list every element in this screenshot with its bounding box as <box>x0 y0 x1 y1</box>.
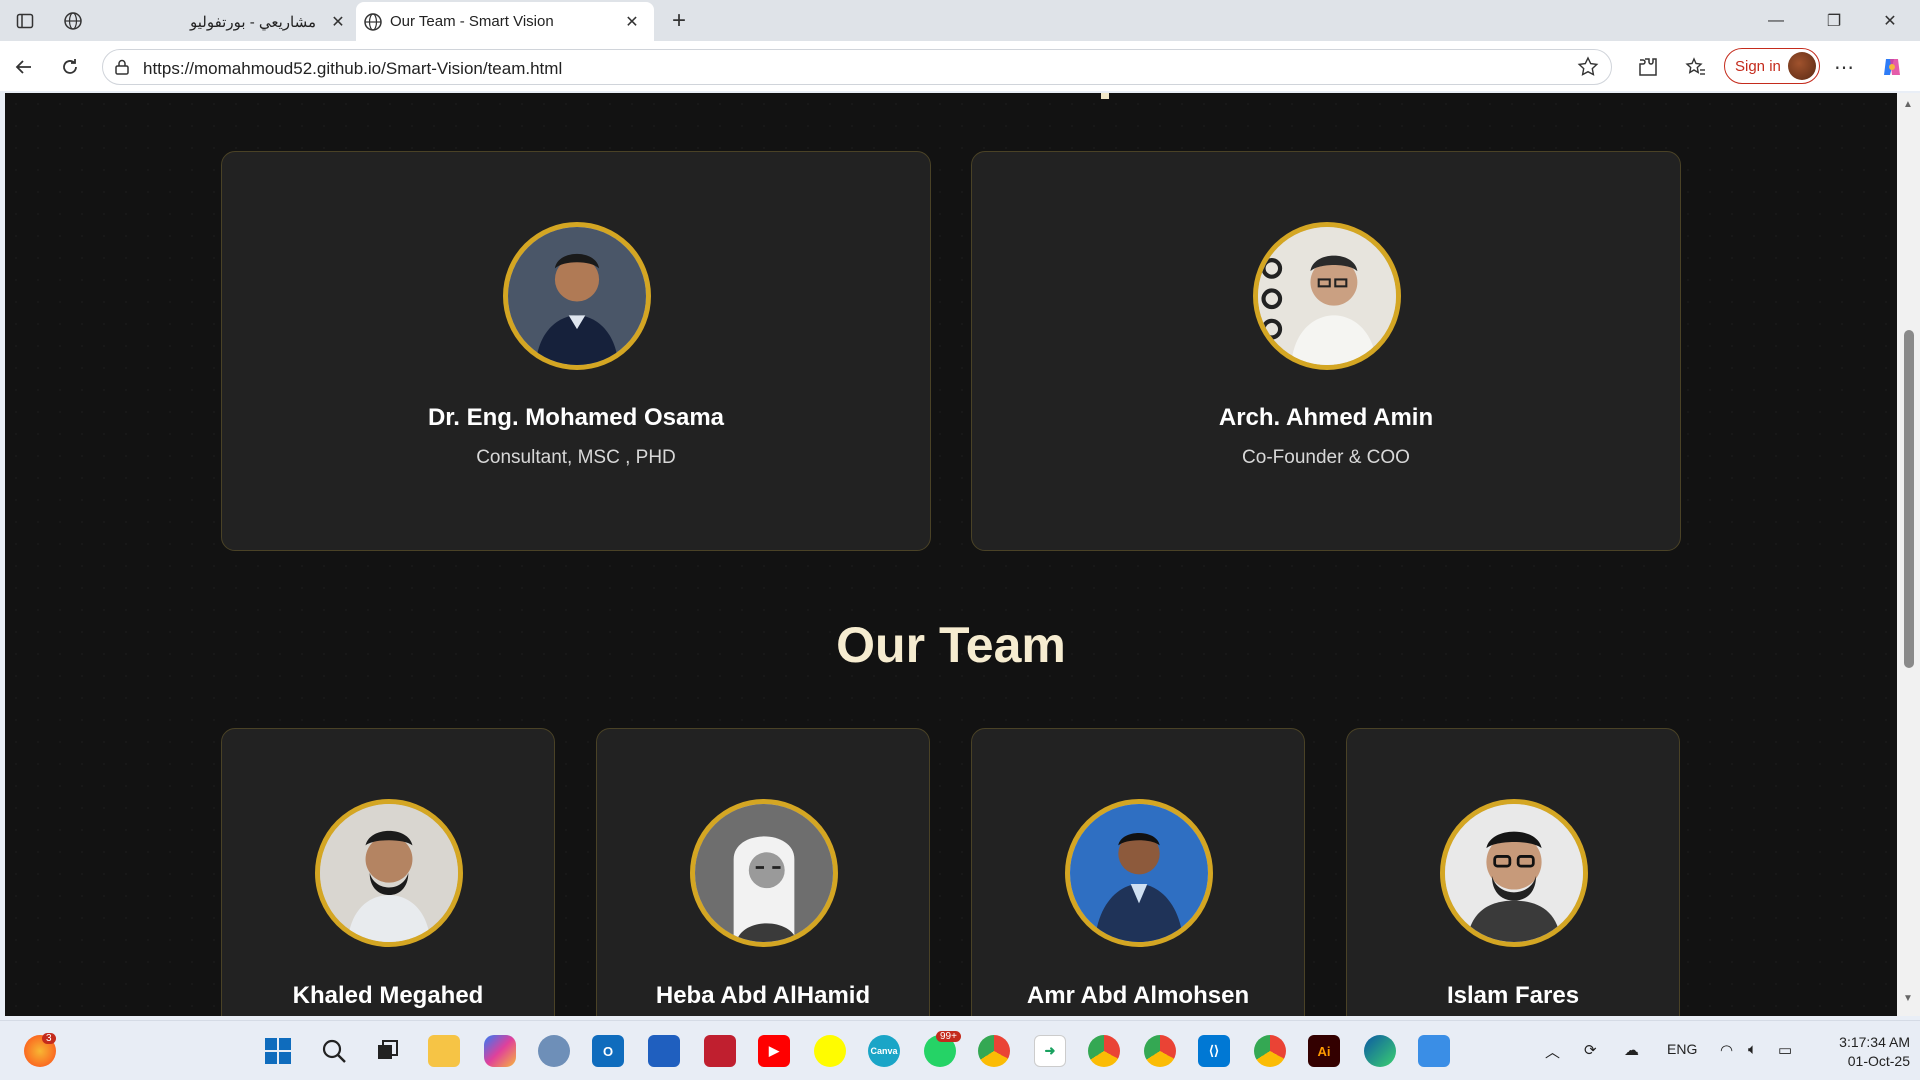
sync-icon[interactable]: ⟳ <box>1584 1041 1597 1059</box>
notification-badge: 3 <box>42 1033 56 1044</box>
start-icon[interactable] <box>262 1035 294 1067</box>
team-section-title: Our Team <box>836 617 1066 673</box>
vertical-scrollbar[interactable]: ▲ ▼ <box>1897 93 1920 1016</box>
new-tab-button[interactable]: + <box>664 6 694 36</box>
globe-icon <box>356 12 390 32</box>
leader-photo <box>1253 222 1401 370</box>
leader-card: Arch. Ahmed Amin Co-Founder & COO <box>971 151 1681 551</box>
team-member-card: Heba Abd AlHamid <box>596 728 930 1016</box>
sign-in-button[interactable]: Sign in <box>1724 48 1820 84</box>
leader-role: Co-Founder & COO <box>1242 447 1410 468</box>
more-options-icon[interactable]: ⋯ <box>1828 51 1860 83</box>
member-name: Islam Fares <box>1446 982 1580 1009</box>
member-photo <box>690 799 838 947</box>
chrome-icon[interactable] <box>978 1035 1010 1067</box>
clock-date: 01-Oct-25 <box>1847 1053 1910 1069</box>
back-button[interactable] <box>8 51 40 83</box>
favorites-icon[interactable] <box>1680 51 1712 83</box>
leader-name: Dr. Eng. Mohamed Osama <box>427 404 725 431</box>
leader-card: Dr. Eng. Mohamed Osama Consultant, MSC ,… <box>221 151 931 551</box>
navigation-bar: https://momahmoud52.github.io/Smart-Visi… <box>0 41 1920 91</box>
tab-our-team[interactable]: Our Team - Smart Vision ✕ <box>356 2 654 41</box>
sign-in-label: Sign in <box>1735 57 1781 75</box>
scroll-up-icon[interactable]: ▲ <box>1903 99 1913 110</box>
canva-icon[interactable]: Canva <box>868 1035 900 1067</box>
scroll-down-icon[interactable]: ▼ <box>1903 993 1913 1004</box>
photos-icon[interactable] <box>1418 1035 1450 1067</box>
tab-title: مشاريعي - بورتفوليو <box>190 13 316 31</box>
url-text[interactable]: https://momahmoud52.github.io/Smart-Visi… <box>143 59 562 79</box>
member-name: Khaled Megahed <box>292 982 484 1009</box>
illustrator-icon[interactable]: Ai <box>1308 1035 1340 1067</box>
vscode-icon[interactable]: ⟨⟩ <box>1198 1035 1230 1067</box>
sidebar-toggle-icon[interactable] <box>12 8 38 34</box>
chrome-profile-icon[interactable] <box>1088 1035 1120 1067</box>
heading-fragment <box>1101 93 1109 99</box>
team-member-card: Amr Abd Almohsen <box>971 728 1305 1016</box>
team-member-card: Khaled Megahed <box>221 728 555 1016</box>
close-window-button[interactable]: ✕ <box>1862 4 1918 38</box>
system-clock[interactable]: 3:17:34 AM 01-Oct-25 <box>1810 1033 1910 1071</box>
wifi-icon[interactable]: ◠ <box>1720 1041 1733 1059</box>
tab-title: Our Team - Smart Vision <box>390 13 554 30</box>
profile-avatar <box>1788 52 1816 80</box>
snapchat-icon[interactable] <box>814 1035 846 1067</box>
file-explorer-icon[interactable] <box>428 1035 460 1067</box>
search-icon[interactable] <box>318 1035 350 1067</box>
tab-strip: مشاريعي - بورتفوليو ✕ Our Team - Smart V… <box>0 0 1920 41</box>
address-bar[interactable]: https://momahmoud52.github.io/Smart-Visi… <box>102 49 1612 85</box>
member-photo <box>315 799 463 947</box>
favorite-star-icon[interactable] <box>1577 56 1599 83</box>
restore-button[interactable]: ❐ <box>1806 4 1862 38</box>
scrollbar-thumb[interactable] <box>1904 330 1914 668</box>
minimize-button[interactable]: — <box>1748 4 1804 38</box>
copilot-icon[interactable] <box>1876 51 1908 83</box>
team-member-card: Islam Fares <box>1346 728 1680 1016</box>
language-indicator[interactable]: ENG <box>1667 1041 1697 1057</box>
volume-icon[interactable]: 🔈︎ <box>1748 1041 1757 1058</box>
lock-icon[interactable] <box>113 58 131 81</box>
close-icon[interactable]: ✕ <box>326 10 350 34</box>
extensions-icon[interactable] <box>1632 51 1664 83</box>
copilot-app-icon[interactable] <box>484 1035 516 1067</box>
member-name: Heba Abd AlHamid <box>655 982 871 1009</box>
whatsapp-badge: 99+ <box>936 1031 961 1042</box>
chrome-canary-icon[interactable] <box>1254 1035 1286 1067</box>
member-photo <box>1065 799 1213 947</box>
taskbar: 3 O ▶ Canva 99+ ➜ ⟨⟩ Ai ︿ ⟳ ☁ ENG ◠ 🔈︎ ▭… <box>0 1020 1920 1080</box>
sheets-app-icon[interactable]: ➜ <box>1034 1035 1066 1067</box>
page-viewport: Dr. Eng. Mohamed Osama Consultant, MSC ,… <box>5 93 1897 1016</box>
clock-time: 3:17:34 AM <box>1839 1034 1910 1050</box>
close-icon[interactable]: ✕ <box>620 10 644 34</box>
refresh-button[interactable] <box>54 51 86 83</box>
youtube-icon[interactable]: ▶ <box>758 1035 790 1067</box>
onedrive-icon[interactable]: ☁ <box>1624 1041 1639 1059</box>
store-icon[interactable] <box>648 1035 680 1067</box>
leader-name: Arch. Ahmed Amin <box>1218 404 1434 431</box>
leader-role: Consultant, MSC , PHD <box>476 447 676 468</box>
globe-app-icon[interactable] <box>538 1035 570 1067</box>
leader-photo <box>503 222 651 370</box>
member-name: Amr Abd Almohsen <box>1026 982 1250 1009</box>
workspaces-icon[interactable] <box>60 8 86 34</box>
chevron-up-icon[interactable]: ︿ <box>1545 1041 1560 1062</box>
tab-portfolio[interactable]: مشاريعي - بورتفوليو ✕ <box>88 2 350 41</box>
battery-icon[interactable]: ▭ <box>1778 1041 1792 1059</box>
recorder-icon[interactable] <box>704 1035 736 1067</box>
task-view-icon[interactable] <box>372 1035 404 1067</box>
member-photo <box>1440 799 1588 947</box>
outlook-icon[interactable]: O <box>592 1035 624 1067</box>
chrome-profile-icon[interactable] <box>1144 1035 1176 1067</box>
edge-icon[interactable] <box>1364 1035 1396 1067</box>
